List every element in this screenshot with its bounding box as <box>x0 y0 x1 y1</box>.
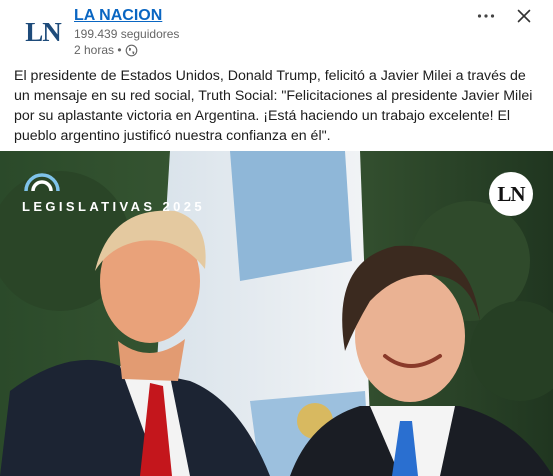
author-logo-text: LN <box>25 16 62 47</box>
author-meta: LA NACION 199.439 seguidores 2 horas • <box>74 6 179 58</box>
post-header: LN LA NACION 199.439 seguidores 2 horas … <box>12 4 541 60</box>
sun-logo-icon <box>24 173 60 192</box>
post-card: LN LA NACION 199.439 seguidores 2 horas … <box>0 0 553 476</box>
close-icon <box>517 9 531 23</box>
image-overlay-label: LEGISLATIVAS 2025 <box>22 199 206 214</box>
legislativas-logo <box>22 173 62 193</box>
author-logo[interactable]: LN <box>20 14 66 50</box>
post-image[interactable]: LEGISLATIVAS 2025 LN <box>0 151 553 476</box>
post-time: 2 horas • <box>74 43 122 57</box>
post-time-row: 2 horas • <box>74 42 179 58</box>
author-name-link[interactable]: LA NACION <box>74 6 179 26</box>
follower-count: 199.439 seguidores <box>74 27 180 41</box>
ellipsis-icon <box>477 14 495 18</box>
image-brand-badge: LN <box>489 172 533 216</box>
image-brand-badge-text: LN <box>497 181 525 206</box>
globe-icon <box>125 44 137 56</box>
post-body-text: El presidente de Estados Unidos, Donald … <box>14 68 533 144</box>
more-options-button[interactable] <box>471 4 501 28</box>
close-button[interactable] <box>509 4 539 28</box>
